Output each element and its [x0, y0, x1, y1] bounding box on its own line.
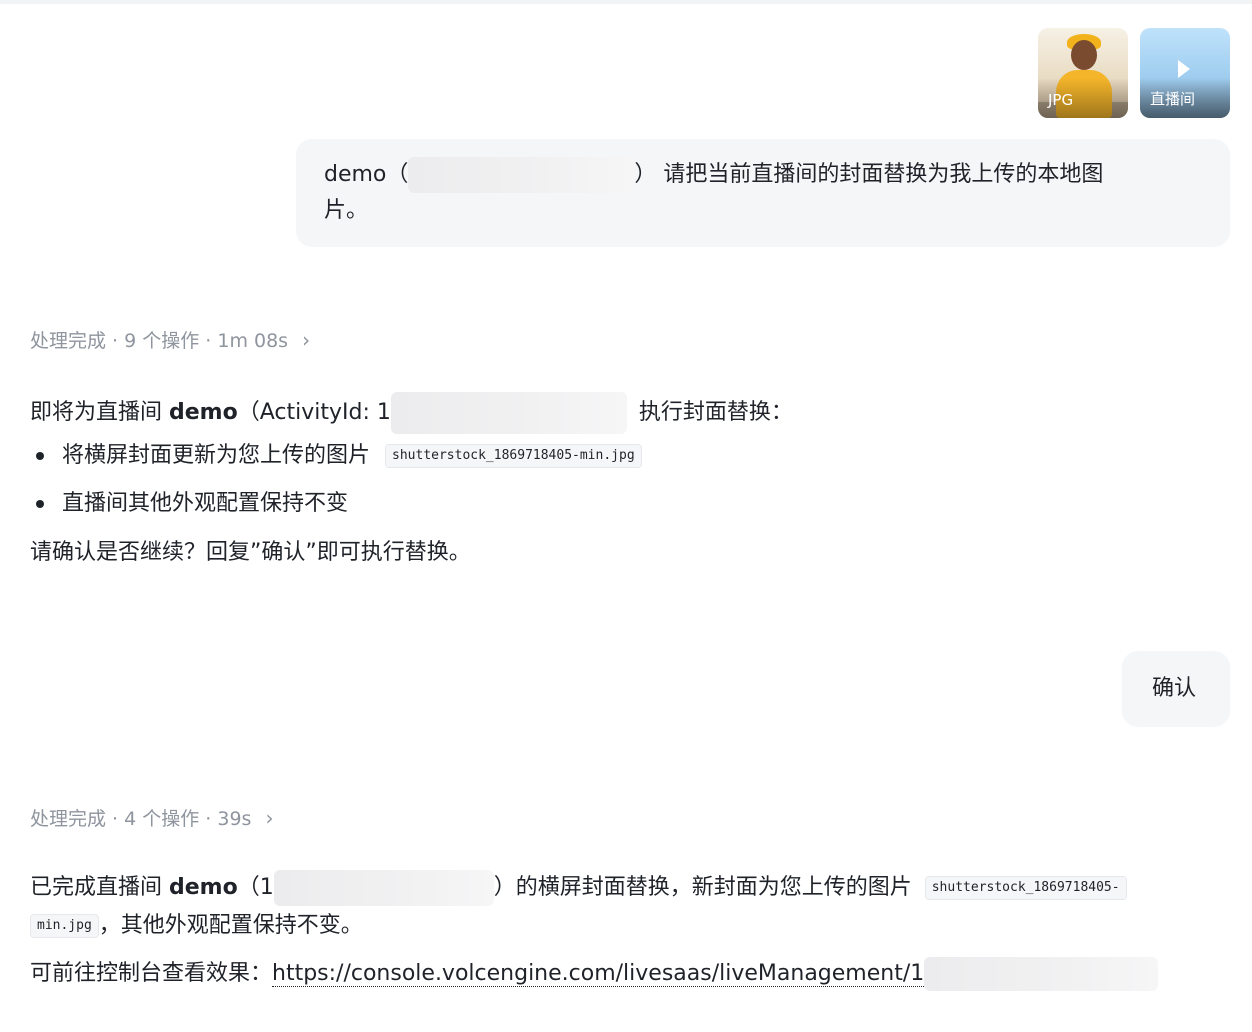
filename-code: shutterstock_1869718405-	[924, 876, 1127, 900]
assistant-text: 执行封面替换：	[638, 400, 793, 425]
assistant-text: 已完成直播间	[30, 875, 169, 900]
redacted-id	[390, 392, 627, 434]
assistant-result-line: 已完成直播间 demo（1 ）的横屏封面替换，新封面为您上传的图片 shutter…	[30, 870, 1127, 906]
photo-person-head	[1071, 40, 1097, 70]
attachment-jpg-thumbnail[interactable]: JPG	[1038, 28, 1128, 118]
message-text: ） 请把当前直播间的封面替换为我上传的本地图	[634, 162, 1104, 187]
bullet-dot	[36, 500, 44, 508]
list-item-text: 直播间其他外观配置保持不变	[62, 491, 349, 516]
room-name: demo	[169, 400, 238, 425]
assistant-text: （ActivityId: 1	[237, 400, 391, 425]
assistant-result-line-2: min.jpg ，其他外观配置保持不变。	[30, 910, 363, 942]
redacted-id	[408, 157, 635, 193]
process-summary-text: 处理完成 · 4 个操作 · 39s	[30, 808, 252, 830]
console-link[interactable]: https://console.volcengine.com/livesaas/…	[272, 961, 925, 987]
user-message-bubble: demo（ ） 请把当前直播间的封面替换为我上传的本地图 片。	[296, 139, 1230, 247]
process-summary-text: 处理完成 · 9 个操作 · 1m 08s	[30, 330, 289, 352]
filename-code: min.jpg	[30, 914, 99, 938]
process-summary-toggle[interactable]: 处理完成 · 4 个操作 · 39s ›	[30, 804, 273, 831]
assistant-text: 即将为直播间	[30, 400, 169, 425]
user-message-bubble: 确认	[1122, 651, 1230, 727]
list-item: 直播间其他外观配置保持不变	[30, 488, 348, 520]
play-icon	[1178, 60, 1190, 78]
assistant-text: ，其他外观配置保持不变。	[98, 913, 363, 938]
assistant-intro-line: 即将为直播间 demo（ActivityId: 1 执行封面替换：	[30, 392, 793, 434]
bullet-dot	[36, 452, 44, 460]
attachment-list: JPG 直播间	[1038, 28, 1230, 118]
assistant-text: 可前往控制台查看效果：	[30, 961, 273, 986]
console-link-line: 可前往控制台查看效果：https://console.volcengine.co…	[30, 957, 1159, 991]
list-item-text: 将横屏封面更新为您上传的图片	[62, 443, 371, 468]
process-summary-toggle[interactable]: 处理完成 · 9 个操作 · 1m 08s ›	[30, 326, 310, 353]
confirm-prompt: 请确认是否继续？回复”确认”即可执行替换。	[30, 540, 471, 565]
chevron-right-icon: ›	[302, 327, 311, 352]
redacted-id	[273, 870, 494, 906]
attachment-type-label: 直播间	[1150, 90, 1196, 108]
filename-code: shutterstock_1869718405-min.jpg	[385, 444, 642, 468]
attachment-live-room-thumbnail[interactable]: 直播间	[1140, 28, 1230, 118]
assistant-text: （1	[237, 875, 274, 900]
redacted-id	[924, 957, 1159, 991]
list-item: 将横屏封面更新为您上传的图片 shutterstock_1869718405-m…	[30, 440, 642, 472]
message-text: 片。	[324, 198, 369, 223]
assistant-text: ）的横屏封面替换，新封面为您上传的图片	[493, 875, 912, 900]
message-text: demo（	[324, 162, 409, 187]
room-name: demo	[169, 875, 238, 900]
attachment-type-label: JPG	[1048, 91, 1074, 109]
message-text: 确认	[1152, 676, 1197, 701]
chevron-right-icon: ›	[265, 805, 274, 830]
top-divider	[0, 0, 1252, 4]
